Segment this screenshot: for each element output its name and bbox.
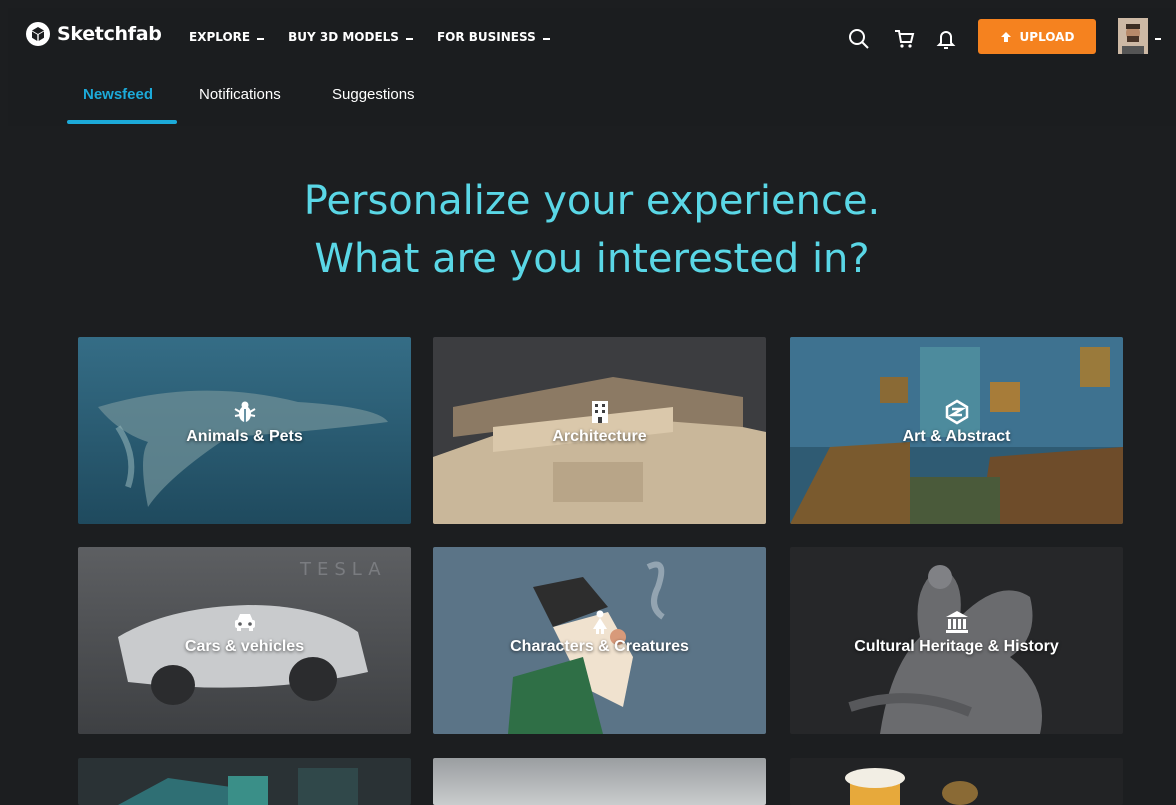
car-icon [234,614,255,631]
person-icon [592,610,607,634]
category-card-cars[interactable]: TESLA Cars & vehicles [78,547,411,734]
card-label: Cultural Heritage & History [854,638,1059,655]
nav-buy-label: BUY 3D MODELS [288,30,399,44]
search-icon[interactable] [848,28,870,50]
hero-line-2: What are you interested in? [314,236,870,282]
category-card-animals[interactable]: Animals & Pets [78,337,411,524]
tab-notifications[interactable]: Notifications [199,86,281,103]
nav-explore[interactable]: EXPLORE [189,30,265,44]
nav-explore-label: EXPLORE [189,30,251,44]
card-label: Animals & Pets [186,428,303,445]
svg-text:TESLA: TESLA [299,559,387,580]
card-content: Animals & Pets [78,399,411,446]
chevron-down-icon[interactable] [1155,38,1161,40]
category-card-architecture[interactable]: Architecture [433,337,766,524]
brand-name: Sketchfab [57,23,162,45]
card-content: Cars & vehicles [78,609,411,656]
upload-label: UPLOAD [1019,29,1075,44]
abstract-art-icon [945,399,968,425]
sub-navbar: Newsfeed Notifications Suggestions [8,64,1176,126]
card-content: Characters & Creatures [433,609,766,656]
nav-buy-3d-models[interactable]: BUY 3D MODELS [288,30,413,44]
category-card-characters[interactable]: Characters & Creatures [433,547,766,734]
category-card-partial[interactable] [78,758,411,805]
card-label: Cars & vehicles [184,638,305,655]
avatar[interactable] [1118,18,1148,54]
card-label: Architecture [552,428,647,445]
active-tab-indicator [67,120,177,124]
card-thumbnail [433,758,766,805]
chevron-down-icon [405,38,413,42]
card-label: Art & Abstract [902,428,1011,445]
upload-arrow-icon [1000,31,1011,42]
building-icon [591,401,608,423]
bell-icon[interactable] [935,28,957,50]
card-thumbnail [790,758,1123,805]
nav-business-label: FOR BUSINESS [436,30,536,44]
card-content: Cultural Heritage & History [790,609,1123,656]
card-thumbnail [78,758,411,805]
hero-line-1: Personalize your experience. [303,178,881,224]
card-content: Art & Abstract [790,399,1123,446]
category-card-heritage[interactable]: Cultural Heritage & History [790,547,1123,734]
card-label: Characters & Creatures [510,638,689,655]
chevron-down-icon [542,38,550,42]
bug-icon [233,401,256,422]
category-card-partial[interactable] [433,758,766,805]
category-card-art[interactable]: Art & Abstract [790,337,1123,524]
sketchfab-logo[interactable]: Sketchfab [26,22,162,46]
museum-icon [945,611,968,633]
main-nav: EXPLORE BUY 3D MODELS FOR BUSINESS [189,30,550,44]
chevron-down-icon [257,38,265,42]
tab-suggestions[interactable]: Suggestions [332,86,415,103]
card-content: Architecture [433,399,766,446]
nav-for-business[interactable]: FOR BUSINESS [437,30,550,44]
tab-newsfeed[interactable]: Newsfeed [83,86,153,103]
upload-button[interactable]: UPLOAD [978,19,1096,54]
page-title: Personalize your experience. What are yo… [8,172,1176,288]
top-navbar: Sketchfab EXPLORE BUY 3D MODELS FOR BUSI… [8,8,1176,64]
category-card-partial[interactable] [790,758,1123,805]
cart-icon[interactable] [893,28,915,50]
sketchfab-logo-icon [26,22,50,46]
